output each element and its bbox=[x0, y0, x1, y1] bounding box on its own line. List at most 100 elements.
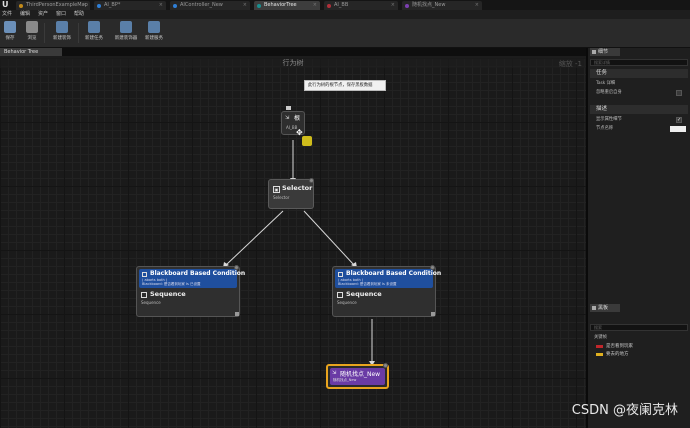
graph-title: 行为树 bbox=[0, 58, 586, 68]
asset-type-icon bbox=[405, 4, 409, 8]
left-decorator-condition: Blackboard: 是否看到玩家 Is 已设置 bbox=[142, 282, 201, 286]
document-tab[interactable]: 随机找点_New × bbox=[402, 1, 482, 10]
details-tab[interactable]: 细节 bbox=[590, 48, 620, 56]
left-sequence-title: Sequence bbox=[150, 290, 186, 298]
toolbar-button-label: 新建装饰器 bbox=[114, 36, 138, 41]
toolbar-button[interactable]: 新建装饰 bbox=[48, 21, 76, 46]
details-section-task[interactable]: 任务 bbox=[590, 69, 688, 78]
task-node[interactable]: ⇲ 随机找点_New 随机找点_New bbox=[326, 363, 389, 389]
blackboard-key-0[interactable]: 是否看到玩家 bbox=[596, 343, 633, 350]
title-bar: U ThirdPersonExampleMap × AI_BP* × AIControl… bbox=[0, 0, 690, 10]
toolbar-button[interactable]: 新建任务 bbox=[82, 21, 106, 46]
toolbar-button[interactable]: 保存 bbox=[2, 21, 18, 46]
right-sequence-subtitle: Sequence bbox=[337, 300, 357, 305]
new-decorator-icon bbox=[56, 21, 68, 33]
selector-node[interactable]: ▣ Selector Selector bbox=[268, 178, 314, 209]
menu-item[interactable]: 帮助 bbox=[74, 10, 84, 19]
menu-item[interactable]: 资产 bbox=[38, 10, 48, 19]
document-tab[interactable]: AI_BB × bbox=[324, 1, 398, 10]
left-decorator[interactable]: Blackboard Based Condition ( aborts both… bbox=[139, 269, 245, 288]
save-icon bbox=[4, 21, 16, 33]
blackboard-search-input[interactable]: 搜索 bbox=[590, 324, 688, 331]
close-icon[interactable]: × bbox=[391, 1, 395, 10]
menu-bar: 文件 编辑 资产 窗口 帮助 bbox=[0, 10, 690, 19]
key-color-swatch bbox=[596, 345, 603, 348]
move-cursor-icon: ✥ bbox=[296, 128, 303, 137]
blackboard-tab[interactable]: 黑板 bbox=[590, 304, 620, 312]
decorator-icon bbox=[338, 272, 343, 277]
new-service-icon bbox=[148, 21, 160, 33]
blackboard-tab-label: 黑板 bbox=[598, 305, 609, 311]
show-property-checkbox[interactable]: ✓ bbox=[676, 117, 682, 123]
graph-canvas[interactable]: 行为树 缩放 -1 ⇲ 根 AI_BB ✥ ▣ Selector Selecto… bbox=[0, 58, 586, 428]
toolbar-button-label: 新建任务 bbox=[85, 36, 103, 41]
asset-type-icon bbox=[173, 4, 177, 8]
document-tab[interactable]: AIController_New × bbox=[170, 1, 250, 10]
left-branch-node[interactable]: Blackboard Based Condition ( aborts both… bbox=[136, 265, 245, 317]
right-output-pin[interactable] bbox=[431, 312, 435, 316]
asset-type-icon bbox=[257, 4, 261, 8]
selector-title: Selector bbox=[282, 184, 313, 192]
show-property-row: 显示属性细节 ✓ bbox=[592, 116, 688, 124]
task-subtitle: 随机找点_New bbox=[333, 378, 357, 382]
close-icon[interactable]: × bbox=[159, 1, 163, 10]
toolbar-separator bbox=[78, 23, 79, 43]
right-branch-node[interactable]: Blackboard Based Condition ( aborts both… bbox=[332, 265, 441, 317]
right-decorator-condition: Blackboard: 是否看到玩家 Is 未设置 bbox=[338, 282, 397, 286]
root-output-pin[interactable] bbox=[302, 136, 312, 146]
root-top-handle-icon bbox=[286, 106, 291, 110]
details-section-description[interactable]: 描述 bbox=[590, 105, 688, 114]
blackboard-icon bbox=[592, 306, 596, 310]
toolbar-separator bbox=[44, 23, 45, 43]
left-output-pin[interactable] bbox=[235, 312, 239, 316]
right-index-badge bbox=[430, 265, 435, 270]
asset-type-icon bbox=[19, 4, 23, 8]
decorator-icon bbox=[142, 272, 147, 277]
close-icon[interactable]: × bbox=[475, 1, 479, 10]
blackboard-key-1[interactable]: 要去的地方 bbox=[596, 351, 629, 358]
node-name-field[interactable] bbox=[670, 126, 686, 132]
editor-tab-behavior-tree[interactable]: Behavior Tree bbox=[0, 48, 62, 56]
document-tab-label: BehaviorTree bbox=[264, 2, 297, 8]
selector-icon: ▣ bbox=[273, 186, 280, 193]
document-tab-label: AI_BP* bbox=[104, 2, 121, 8]
close-icon[interactable]: × bbox=[243, 1, 247, 10]
task-body[interactable]: ⇲ 随机找点_New 随机找点_New bbox=[330, 368, 385, 385]
document-tab[interactable]: ThirdPersonExampleMap × bbox=[16, 1, 90, 10]
toolbar-button-label: 浏览 bbox=[27, 36, 37, 41]
node-name-row: 节点名称 bbox=[592, 125, 688, 133]
wire-selector-right bbox=[303, 210, 355, 266]
menu-item[interactable]: 编辑 bbox=[20, 10, 30, 19]
details-icon bbox=[592, 50, 596, 54]
close-icon[interactable]: × bbox=[313, 1, 317, 10]
details-search-input[interactable]: 搜索详情 bbox=[590, 59, 688, 66]
ignore-restart-checkbox[interactable] bbox=[676, 90, 682, 96]
toolbar-button[interactable]: 新建服务 bbox=[142, 21, 166, 46]
blackboard-section-keys[interactable]: 关键帧 bbox=[590, 334, 686, 342]
root-icon: ⇲ bbox=[285, 115, 290, 121]
asset-type-icon bbox=[327, 4, 331, 8]
toolbar-button-label: 新建装饰 bbox=[53, 36, 71, 41]
document-tab[interactable]: AI_BP* × bbox=[94, 1, 166, 10]
details-section-description-label: 描述 bbox=[596, 106, 608, 112]
close-icon[interactable]: × bbox=[83, 1, 87, 10]
left-decorator-title: Blackboard Based Condition bbox=[150, 270, 246, 277]
task-index-badge bbox=[383, 363, 388, 368]
key-color-swatch bbox=[596, 353, 603, 356]
details-tab-label: 细节 bbox=[598, 49, 609, 55]
toolbar-button[interactable]: 新建装饰器 bbox=[112, 21, 140, 46]
root-title: 根 bbox=[294, 115, 301, 122]
details-section-task-label: 任务 bbox=[596, 70, 608, 76]
wire-selector-left bbox=[225, 210, 284, 266]
asset-type-icon bbox=[97, 4, 101, 8]
zoom-level: 缩放 -1 bbox=[558, 60, 582, 68]
new-task-icon bbox=[88, 21, 100, 33]
right-decorator[interactable]: Blackboard Based Condition ( aborts both… bbox=[335, 269, 441, 288]
menu-item[interactable]: 文件 bbox=[2, 10, 12, 19]
menu-item[interactable]: 窗口 bbox=[56, 10, 66, 19]
toolbar-button[interactable]: 浏览 bbox=[22, 21, 42, 46]
document-tab[interactable]: BehaviorTree × bbox=[254, 1, 320, 10]
right-decorator-title: Blackboard Based Condition bbox=[346, 270, 442, 277]
right-sequence-title: Sequence bbox=[346, 290, 382, 298]
new-decorator-icon bbox=[120, 21, 132, 33]
